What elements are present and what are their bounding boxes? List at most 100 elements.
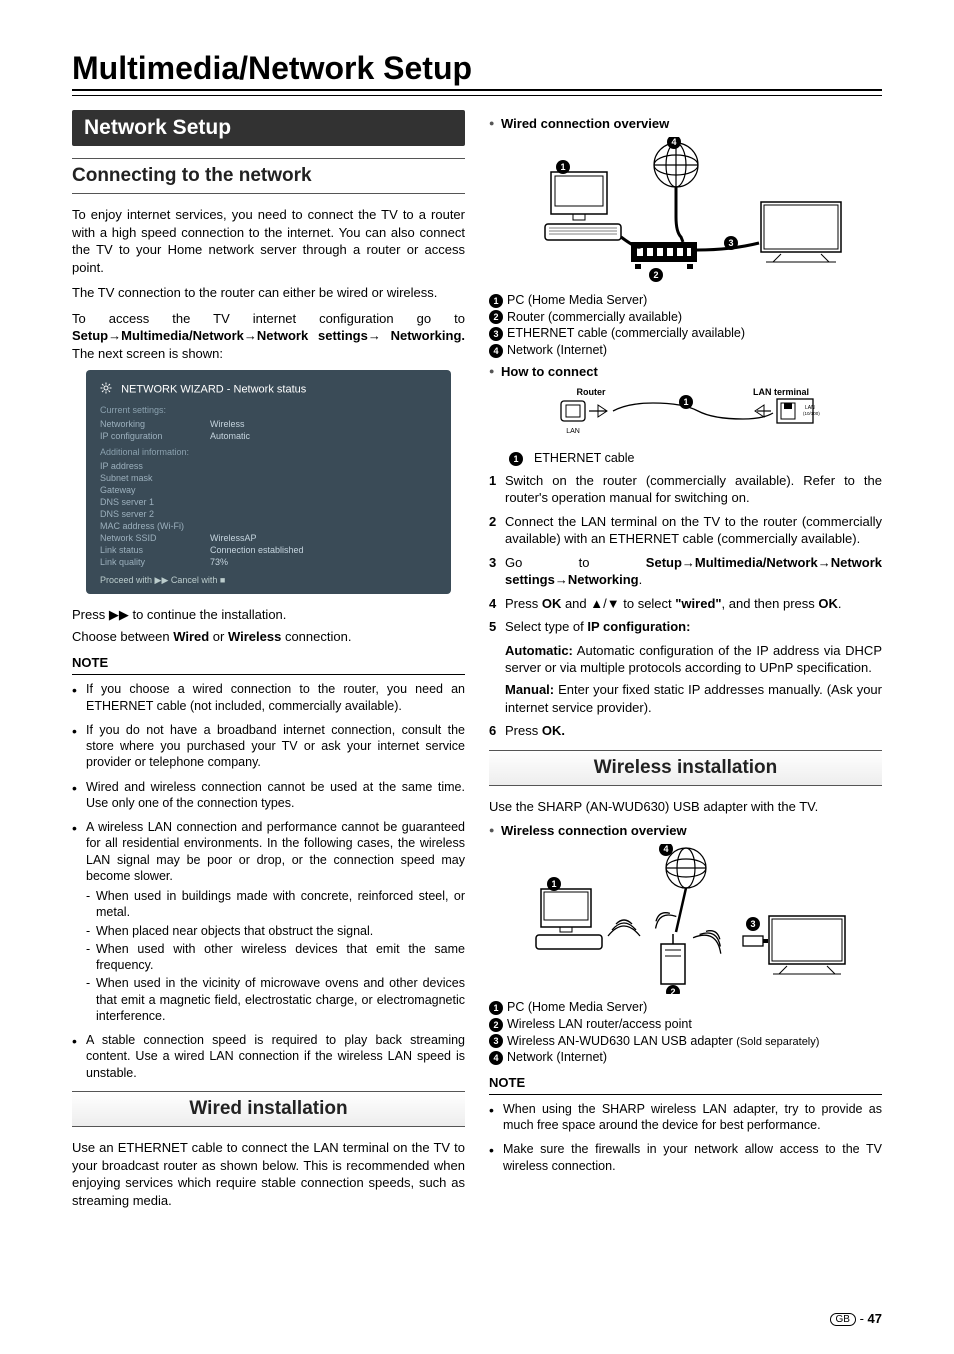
legend-row: 3ETHERNET cable (commercially available) xyxy=(489,326,882,341)
wizard-row-key: DNS server 1 xyxy=(100,497,210,507)
legend-text: Wireless LAN router/access point xyxy=(507,1017,692,1031)
wizard-row-key: Gateway xyxy=(100,485,210,495)
legend-row: 1 ETHERNET cable xyxy=(509,451,882,466)
region-badge: GB xyxy=(830,1313,856,1326)
wired-overview-label: Wired connection overview xyxy=(489,116,882,131)
wizard-row: DNS server 2 xyxy=(100,509,437,519)
wizard-row-key: DNS server 2 xyxy=(100,509,210,519)
wizard-row: Link quality73% xyxy=(100,557,437,567)
legend-text: Network (Internet) xyxy=(507,343,607,357)
step-6-list: Press OK. xyxy=(489,722,882,740)
legend-text: Wireless AN-WUD630 LAN USB adapter xyxy=(507,1034,733,1048)
intro-paragraph-2: The TV connection to the router can eith… xyxy=(72,284,465,302)
legend-num-icon: 3 xyxy=(489,1034,503,1048)
step-item: Go to Setup→Multimedia/Network→Network s… xyxy=(489,554,882,589)
legend-text: PC (Home Media Server) xyxy=(507,293,647,307)
svg-text:1: 1 xyxy=(683,397,688,407)
fast-forward-icon: ▶▶ xyxy=(109,607,129,622)
choose-line: Choose between Wired or Wireless connect… xyxy=(72,628,465,646)
wizard-row: IP configurationAutomatic xyxy=(100,431,437,441)
step3-post: . xyxy=(639,572,643,587)
legend-num-icon: 1 xyxy=(489,1001,503,1015)
connecting-heading: Connecting to the network xyxy=(72,158,465,194)
wizard-row: IP address xyxy=(100,461,437,471)
wizard-row-value: Automatic xyxy=(210,431,250,441)
router-lan-diagram: Router LAN terminal LAN 1 LAN (10/100) xyxy=(521,385,851,445)
auto-label: Automatic: xyxy=(505,643,573,658)
note-lan-lead: A wireless LAN connection and performanc… xyxy=(86,820,465,883)
legend-row: 4Network (Internet) xyxy=(489,1050,882,1065)
note-item: Make sure the firewalls in your network … xyxy=(489,1141,882,1174)
wizard-title-row: NETWORK WIZARD - Network status xyxy=(100,382,437,397)
wizard-row: Subnet mask xyxy=(100,473,437,483)
legend-row: 3 Wireless AN-WUD630 LAN USB adapter (Sol… xyxy=(489,1034,882,1049)
wireless-overview-label: Wireless connection overview xyxy=(489,823,882,838)
wizard-additional-label: Additional information: xyxy=(100,447,437,457)
wizard-current-rows: NetworkingWireless IP configurationAutoma… xyxy=(100,419,437,441)
wizard-row-value: 73% xyxy=(210,557,228,567)
intro-p3-post: The next screen is shown: xyxy=(72,346,223,361)
s4-mid: and xyxy=(561,596,590,611)
automatic-option: Automatic: Automatic configuration of th… xyxy=(505,642,882,677)
step-item: Connect the LAN terminal on the TV to th… xyxy=(489,513,882,548)
legend-text: ETHERNET cable xyxy=(534,451,635,465)
wizard-row-value: Connection established xyxy=(210,545,304,555)
wizard-row-key: IP configuration xyxy=(100,431,210,441)
lan-sub-list: When used in buildings made with concret… xyxy=(86,888,465,1024)
intro-p3-path: Setup→Multimedia/Network→Network setting… xyxy=(72,328,465,343)
svg-text:(10/100): (10/100) xyxy=(803,411,820,416)
wizard-additional-rows: IP address Subnet mask Gateway DNS server 1… xyxy=(100,461,437,567)
svg-text:3: 3 xyxy=(728,238,733,248)
legend-row: 1PC (Home Media Server) xyxy=(489,1000,882,1015)
wizard-row-key: Link status xyxy=(100,545,210,555)
legend-row: 2 Wireless LAN router/access point xyxy=(489,1017,882,1032)
note-item: If you do not have a broadband internet … xyxy=(72,722,465,771)
note-list: If you choose a wired connection to the … xyxy=(72,681,465,1081)
lan-sub-item: When used in buildings made with concret… xyxy=(86,888,465,921)
wizard-row: MAC address (Wi-Fi) xyxy=(100,521,437,531)
sold-separately-text: (Sold separately) xyxy=(736,1036,819,1048)
wizard-row-key: Network SSID xyxy=(100,533,210,543)
press-continue-post: to continue the installation. xyxy=(129,607,287,622)
note-item: A stable connection speed is required to… xyxy=(72,1032,465,1081)
router-label: Router xyxy=(576,387,605,397)
wireless-overview-diagram: 4 1 2 xyxy=(521,844,851,994)
wizard-row: Link statusConnection established xyxy=(100,545,437,555)
legend-text: Router (commercially available) xyxy=(507,310,682,324)
s4-ok2: OK xyxy=(818,596,838,611)
svg-text:2: 2 xyxy=(670,987,675,994)
s4-wired: "wired" xyxy=(675,596,721,611)
s6-ok: OK. xyxy=(542,723,565,738)
manual-text: Enter your fixed static IP addresses man… xyxy=(505,682,882,715)
legend-num-icon: 2 xyxy=(489,1018,503,1032)
intro-paragraph-1: To enjoy internet services, you need to … xyxy=(72,206,465,276)
svg-text:2: 2 xyxy=(653,270,658,280)
how-to-connect-steps: Switch on the router (commercially avail… xyxy=(489,472,882,636)
intro-paragraph-3: To access the TV internet configuration … xyxy=(72,310,465,363)
legend-num-icon: 4 xyxy=(489,344,503,358)
s4-mid2: to select xyxy=(620,596,676,611)
wizard-row: Gateway xyxy=(100,485,437,495)
title-rule xyxy=(72,89,882,96)
note-heading: NOTE xyxy=(72,655,465,670)
wizard-row-key: IP address xyxy=(100,461,210,471)
right-column: Wired connection overview 4 xyxy=(489,110,882,1217)
svg-text:3: 3 xyxy=(750,919,755,929)
note-item-lan: A wireless LAN connection and performanc… xyxy=(72,819,465,1024)
legend-num-icon: 1 xyxy=(509,452,523,466)
page-number: 47 xyxy=(868,1311,882,1326)
choose-post: connection. xyxy=(281,629,351,644)
wizard-row-key: Link quality xyxy=(100,557,210,567)
legend-text: Network (Internet) xyxy=(507,1050,607,1064)
wireless-note-heading: NOTE xyxy=(489,1075,882,1090)
s4-end: . xyxy=(838,596,842,611)
note-item: If you choose a wired connection to the … xyxy=(72,681,465,714)
lan-caption: LAN xyxy=(566,428,580,435)
wired-legend: 1PC (Home Media Server) 2Router (commerc… xyxy=(489,293,882,358)
lan-sub-item: When used in the vicinity of microwave o… xyxy=(86,975,465,1024)
gear-icon xyxy=(100,382,112,397)
s4-pre: Press xyxy=(505,596,542,611)
wizard-row: NetworkingWireless xyxy=(100,419,437,429)
legend-row: 2Router (commercially available) xyxy=(489,310,882,325)
manual-label: Manual: xyxy=(505,682,554,697)
